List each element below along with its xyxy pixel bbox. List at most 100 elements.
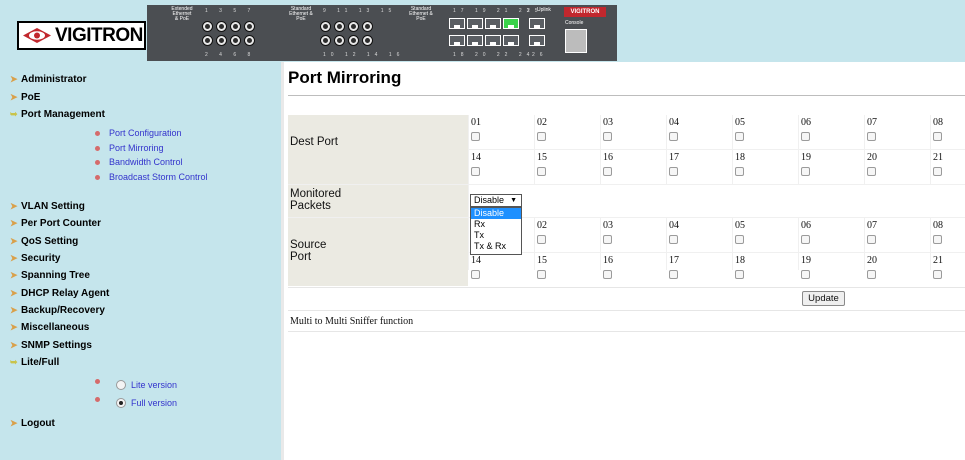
chevron-down-icon: ▼ <box>510 197 517 204</box>
source-port-cell: 02 <box>535 218 600 252</box>
source-port-checkbox[interactable] <box>537 235 546 244</box>
sidebar-subitem-broadcast-storm-control[interactable]: Broadcast Storm Control <box>95 172 209 183</box>
sidebar-item-poe[interactable]: ➤ PoE <box>10 90 40 104</box>
uplink-label: Uplink <box>537 7 551 13</box>
arrow-right-icon: ➤ <box>10 235 18 246</box>
sidebar-item-lite-full[interactable]: ➥ Lite/Full <box>10 355 59 369</box>
source-port-cell: 21 <box>931 253 965 287</box>
source-port-checkbox[interactable] <box>867 235 876 244</box>
dropdown-option-rx[interactable]: Rx <box>471 219 521 230</box>
panel-group3-bottom-numbers: 18 20 22 24 <box>453 52 535 58</box>
dropdown-option-tx[interactable]: Tx <box>471 230 521 241</box>
lite-version-option[interactable]: Lite version <box>95 378 177 390</box>
dest-port-checkbox[interactable] <box>801 132 810 141</box>
sidebar-item-dhcp-relay-agent[interactable]: ➤ DHCP Relay Agent <box>10 286 109 300</box>
sidebar-item-per-port-counter[interactable]: ➤ Per Port Counter <box>10 216 101 230</box>
dest-port-checkbox[interactable] <box>603 167 612 176</box>
dest-port-checkbox[interactable] <box>735 132 744 141</box>
port-number: 04 <box>669 117 679 128</box>
dest-port-checkbox[interactable] <box>867 167 876 176</box>
port-number: 08 <box>933 220 943 231</box>
dest-port-cell: 18 <box>733 150 798 184</box>
source-port-checkbox[interactable] <box>471 270 480 279</box>
sidebar-item-spanning-tree[interactable]: ➤ Spanning Tree <box>10 268 90 282</box>
source-port-checkbox[interactable] <box>669 270 678 279</box>
rj45-port-icon <box>503 35 519 46</box>
source-port-checkbox[interactable] <box>933 270 942 279</box>
dest-port-cell: 03 <box>601 115 666 149</box>
bullet-icon <box>95 160 100 165</box>
port-number: 20 <box>867 152 877 163</box>
port-number: 17 <box>669 255 679 266</box>
dest-port-checkbox[interactable] <box>867 132 876 141</box>
dest-port-checkbox[interactable] <box>801 167 810 176</box>
dropdown-option-tx-rx[interactable]: Tx & Rx <box>471 241 521 252</box>
dropdown-option-disable[interactable]: Disable <box>471 208 521 219</box>
source-port-checkbox[interactable] <box>669 235 678 244</box>
dest-port-cell: 02 <box>535 115 600 149</box>
full-version-radio[interactable] <box>116 398 126 408</box>
update-button[interactable]: Update <box>802 291 845 306</box>
source-port-checkbox[interactable] <box>735 235 744 244</box>
source-port-cell: 20 <box>865 253 930 287</box>
dest-port-checkbox[interactable] <box>537 132 546 141</box>
sidebar-item-security[interactable]: ➤ Security <box>10 251 60 265</box>
source-port-cell: 03 <box>601 218 666 252</box>
dest-port-checkbox[interactable] <box>669 132 678 141</box>
sidebar-item-miscellaneous[interactable]: ➤ Miscellaneous <box>10 320 89 334</box>
port-jack-icon <box>202 35 213 46</box>
port-number: 01 <box>471 117 481 128</box>
source-port-checkbox[interactable] <box>933 235 942 244</box>
source-port-checkbox[interactable] <box>735 270 744 279</box>
sidebar-subitem-port-configuration[interactable]: Port Configuration <box>95 128 209 139</box>
port-number: 07 <box>867 220 877 231</box>
dest-port-checkbox[interactable] <box>471 167 480 176</box>
panel-group2-top-numbers: 9 11 13 15 <box>323 8 397 14</box>
port-jack-icon <box>320 21 331 32</box>
rj45-port-active-icon <box>503 18 519 29</box>
full-version-option[interactable]: Full version <box>95 396 177 408</box>
source-port-checkbox[interactable] <box>801 270 810 279</box>
port-number: 17 <box>669 152 679 163</box>
port-jack-icon <box>334 35 345 46</box>
port-number: 19 <box>801 255 811 266</box>
dest-port-checkbox[interactable] <box>933 167 942 176</box>
source-port-checkbox[interactable] <box>603 270 612 279</box>
bullet-icon <box>95 378 100 384</box>
source-port-checkbox[interactable] <box>867 270 876 279</box>
sidebar-item-logout[interactable]: ➤ Logout <box>10 416 55 430</box>
port-jack-icon <box>362 21 373 32</box>
dest-port-checkbox[interactable] <box>537 167 546 176</box>
port-number: 07 <box>867 117 877 128</box>
lite-version-radio[interactable] <box>116 380 126 390</box>
dest-port-checkbox[interactable] <box>471 132 480 141</box>
eye-logo-icon <box>23 28 51 43</box>
sidebar-item-vlan-setting[interactable]: ➤ VLAN Setting <box>10 199 85 213</box>
monitored-packets-select[interactable]: Disable ▼ <box>470 194 522 207</box>
port-number: 15 <box>537 255 547 266</box>
sidebar-subitem-port-mirroring[interactable]: Port Mirroring <box>95 143 209 154</box>
dest-port-cell: 17 <box>667 150 732 184</box>
dest-port-checkbox[interactable] <box>735 167 744 176</box>
dest-port-checkbox[interactable] <box>933 132 942 141</box>
sidebar-item-snmp-settings[interactable]: ➤ SNMP Settings <box>10 338 92 352</box>
port-jack-icon <box>320 35 331 46</box>
port-jack-icon <box>216 35 227 46</box>
sidebar-item-backup-recovery[interactable]: ➤ Backup/Recovery <box>10 303 105 317</box>
sidebar-item-port-management[interactable]: ➥ Port Management <box>10 107 105 121</box>
switch-front-panel: Extended Ethernet & PoE 1 3 5 7 2 4 6 8 … <box>147 5 617 61</box>
source-port-checkbox[interactable] <box>603 235 612 244</box>
port-jack-icon <box>334 21 345 32</box>
source-port-checkbox[interactable] <box>801 235 810 244</box>
panel-group1-top-numbers: 1 3 5 7 <box>205 8 256 14</box>
sniffer-function-text: Multi to Multi Sniffer function <box>288 313 965 332</box>
monitored-packets-label: Monitored Packets <box>288 185 468 217</box>
dest-port-cell: 04 <box>667 115 732 149</box>
arrow-right-icon: ➤ <box>10 91 18 102</box>
sidebar-item-qos-setting[interactable]: ➤ QoS Setting <box>10 234 78 248</box>
sidebar-subitem-bandwidth-control[interactable]: Bandwidth Control <box>95 157 209 168</box>
dest-port-checkbox[interactable] <box>603 132 612 141</box>
source-port-checkbox[interactable] <box>537 270 546 279</box>
sidebar-item-administrator[interactable]: ➤ Administrator <box>10 72 87 86</box>
dest-port-checkbox[interactable] <box>669 167 678 176</box>
